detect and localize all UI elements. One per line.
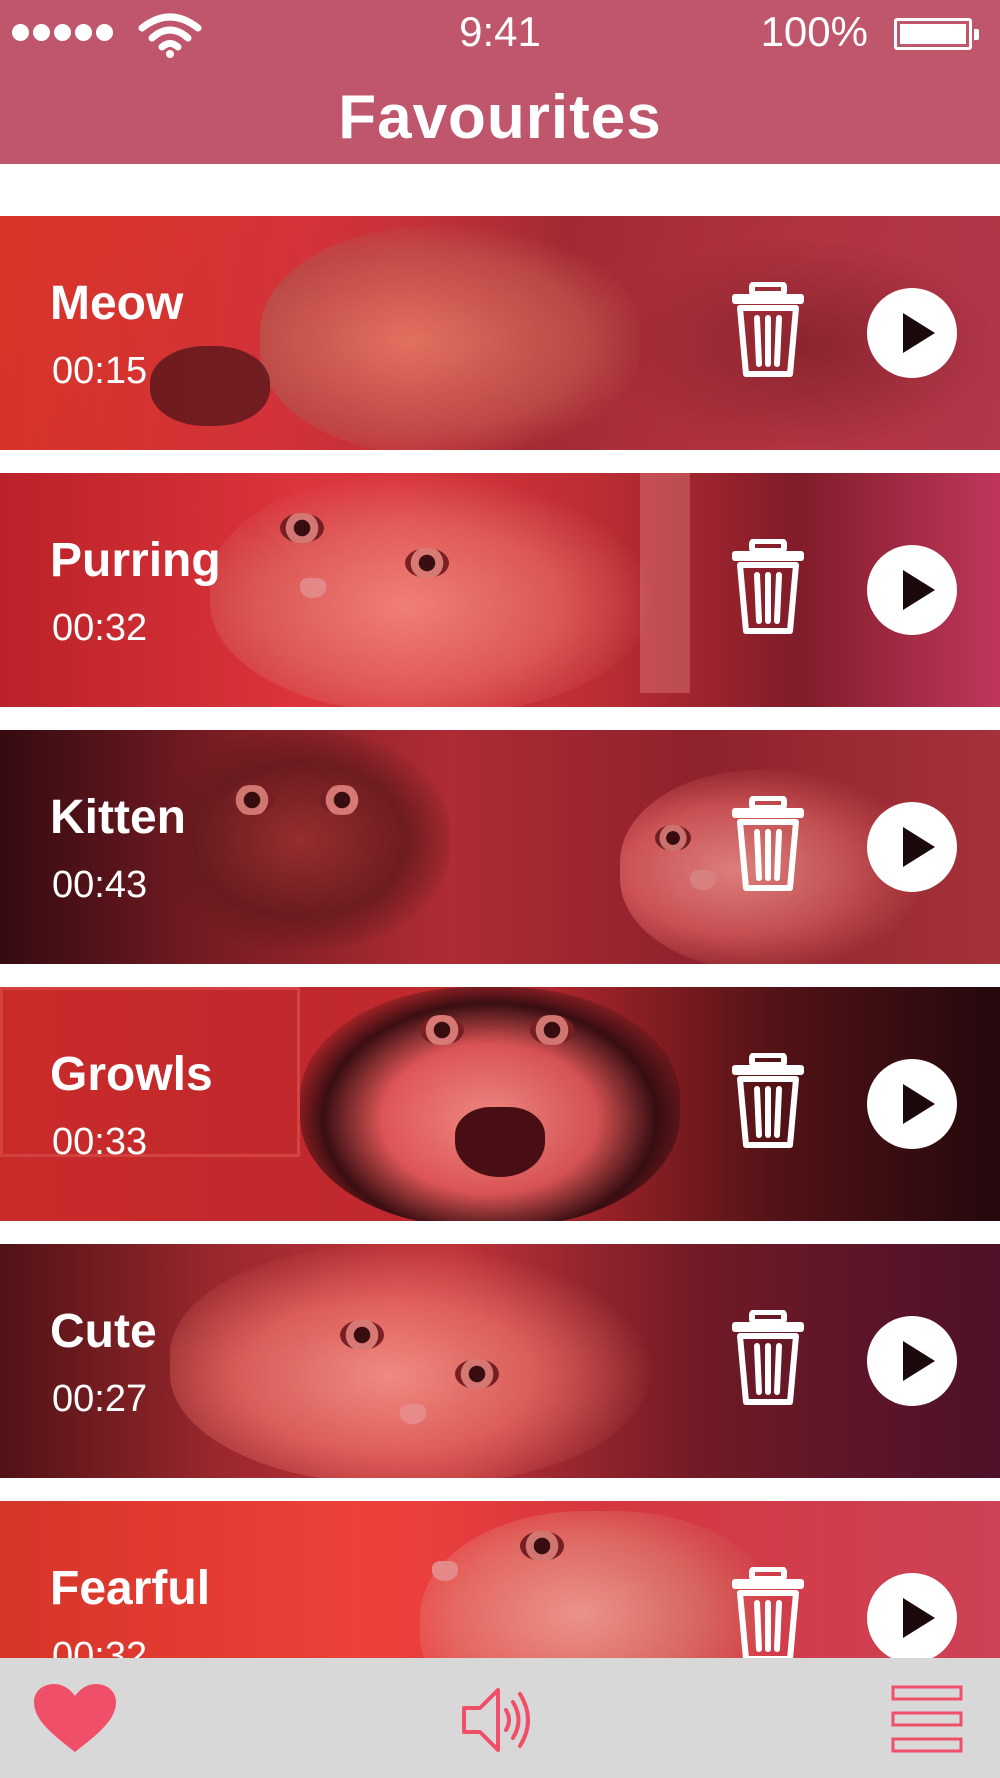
play-button[interactable] [867, 1573, 957, 1663]
list-item[interactable]: Growls 00:33 [0, 987, 1000, 1221]
play-button[interactable] [867, 1316, 957, 1406]
play-icon [903, 570, 935, 610]
sound-name: Cute [50, 1305, 157, 1358]
trash-icon[interactable] [730, 539, 806, 635]
sound-duration: 00:32 [52, 607, 148, 649]
play-button[interactable] [867, 802, 957, 892]
list-item[interactable]: Kitten 00:43 [0, 730, 1000, 964]
app-screen: 9:41 100% Favourites Meow 00:15 Purring … [0, 0, 1000, 1778]
sound-name: Kitten [50, 791, 186, 844]
sound-duration: 00:43 [52, 864, 148, 906]
sound-name: Purring [50, 534, 221, 587]
sound-name: Meow [50, 277, 184, 330]
sound-duration: 00:15 [52, 350, 148, 392]
header: 9:41 100% Favourites [0, 0, 1000, 164]
play-button[interactable] [867, 288, 957, 378]
sound-duration: 00:27 [52, 1378, 148, 1420]
trash-icon[interactable] [730, 1053, 806, 1149]
trash-icon[interactable] [730, 282, 806, 378]
list-item[interactable]: Meow 00:15 [0, 216, 1000, 450]
status-bar: 9:41 100% [0, 0, 1000, 70]
menu-icon[interactable] [890, 1684, 964, 1754]
play-icon [903, 1084, 935, 1124]
tab-bar [0, 1658, 1000, 1778]
list-item[interactable]: Purring 00:32 [0, 473, 1000, 707]
sound-name: Growls [50, 1048, 213, 1101]
play-button[interactable] [867, 1059, 957, 1149]
page-title: Favourites [338, 83, 662, 152]
heart-icon[interactable] [32, 1682, 118, 1754]
battery-percentage: 100% [760, 8, 868, 55]
play-icon [903, 1598, 935, 1638]
trash-icon[interactable] [730, 1567, 806, 1663]
sound-name: Fearful [50, 1562, 211, 1615]
list-item[interactable]: Cute 00:27 [0, 1244, 1000, 1478]
play-button[interactable] [867, 545, 957, 635]
speaker-icon[interactable] [460, 1684, 536, 1756]
trash-icon[interactable] [730, 796, 806, 892]
play-icon [903, 827, 935, 867]
play-icon [903, 1341, 935, 1381]
favourites-list: Meow 00:15 Purring 00:32 Kitten 00:43 Gr… [0, 216, 1000, 1758]
play-icon [903, 313, 935, 353]
trash-icon[interactable] [730, 1310, 806, 1406]
sound-duration: 00:33 [52, 1121, 148, 1163]
battery-icon [894, 18, 979, 50]
